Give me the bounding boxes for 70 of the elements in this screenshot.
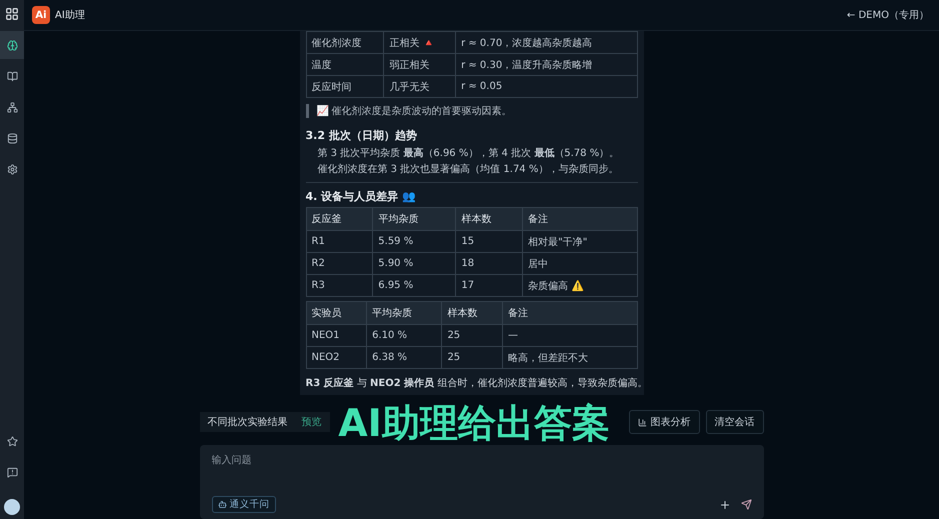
table-header: 样本数 <box>456 208 523 230</box>
table-cell: 6.10 % <box>366 324 442 346</box>
table-cell: 18 <box>456 252 523 274</box>
user-avatar[interactable] <box>4 499 20 515</box>
table-cell: 6.38 % <box>366 346 442 368</box>
send-icon <box>740 499 752 510</box>
quote-text: 📈 催化剂浓度是杂质波动的首要驱动因素。 <box>306 104 638 118</box>
app-logo: Ai <box>32 6 50 24</box>
table-header: 反应釜 <box>306 208 373 230</box>
table-header: 样本数 <box>442 302 503 324</box>
table-cell: 25 <box>442 346 503 368</box>
table-cell: NEO2 <box>306 346 367 368</box>
table-cell: 略高，但差距不大 <box>502 346 637 368</box>
clear-chat-button[interactable]: 清空会话 <box>706 410 764 434</box>
chat-input-box[interactable]: 输入问题 通义千问 <box>200 445 764 519</box>
table-cell: 15 <box>456 230 523 252</box>
table-cell: NEO1 <box>306 324 367 346</box>
plus-icon <box>718 498 730 510</box>
table-cell: R1 <box>306 230 373 252</box>
apps-grid-icon[interactable] <box>5 7 19 21</box>
section-heading: 4. 设备与人员差异 👥 <box>306 189 417 204</box>
send-button[interactable] <box>740 499 752 510</box>
table-header: 备注 <box>502 302 637 324</box>
chart-analysis-button[interactable]: 图表分析 <box>628 410 700 434</box>
table-cell: r ≈ 0.70，浓度越高杂质越高 <box>456 32 637 54</box>
file-chip[interactable]: 不同批次实验结果 预览 <box>200 412 330 432</box>
table-header: 平均杂质 <box>366 302 442 324</box>
answer-text: 催化剂浓度在第 3 批次也显著偏高（均值 1.74 %），与杂质同步。 <box>316 162 620 177</box>
table-cell: 居中 <box>522 252 637 274</box>
network-icon <box>6 102 18 112</box>
table-cell: 相对最"干净" <box>522 230 637 252</box>
feedback-icon[interactable] <box>6 466 18 478</box>
table-cell: 催化剂浓度 <box>306 32 384 54</box>
table-cell: 5.90 % <box>372 252 456 274</box>
robot-icon <box>218 500 226 509</box>
table-cell: R3 <box>306 274 373 296</box>
table-cell: 5.59 % <box>372 230 456 252</box>
back-link[interactable]: ← DEMO（专用） <box>846 8 929 22</box>
table-cell: — <box>502 324 637 346</box>
table-cell: 弱正相关 <box>384 54 456 76</box>
table-cell: 几乎无关 <box>384 76 456 98</box>
table-header: 实验员 <box>306 302 367 324</box>
answer-text: 第 3 批次平均杂质 最高（6.96 %），第 4 批次 最低（5.78 %）。 <box>316 146 620 161</box>
database-icon <box>6 132 18 144</box>
table-cell: 17 <box>456 274 523 296</box>
table-cell: 6.95 % <box>372 274 456 296</box>
table-header: 备注 <box>522 208 637 230</box>
table-cell: 温度 <box>306 54 384 76</box>
table-header: 平均杂质 <box>372 208 456 230</box>
bar-chart-icon <box>638 418 646 426</box>
table-cell: 反应时间 <box>306 76 384 98</box>
table-cell: 25 <box>442 324 503 346</box>
file-name: 不同批次实验结果 <box>208 416 288 429</box>
settings-icon <box>6 164 18 174</box>
app-title: AI助理 <box>55 8 85 22</box>
section-heading: 3.2 批次（日期）趋势 <box>306 128 418 143</box>
question-input[interactable]: 输入问题 <box>212 455 752 466</box>
model-selector[interactable]: 通义千问 <box>212 496 276 513</box>
table-cell: R2 <box>306 252 373 274</box>
preview-link[interactable]: 预览 <box>302 415 322 429</box>
sidebar-item[interactable] <box>0 31 24 59</box>
table-cell: 杂质偏高 ⚠ <box>522 274 637 296</box>
table-cell: r ≈ 0.05 <box>456 76 637 98</box>
table-cell: r ≈ 0.30，温度升高杂质略增 <box>456 54 637 76</box>
star-icon[interactable] <box>6 436 18 446</box>
book-icon <box>6 70 18 82</box>
add-button[interactable] <box>718 498 730 510</box>
video-caption: AI助理给出答案 <box>337 403 611 443</box>
brain-icon <box>6 40 18 50</box>
table-cell: 正相关 🔺 <box>384 32 456 54</box>
